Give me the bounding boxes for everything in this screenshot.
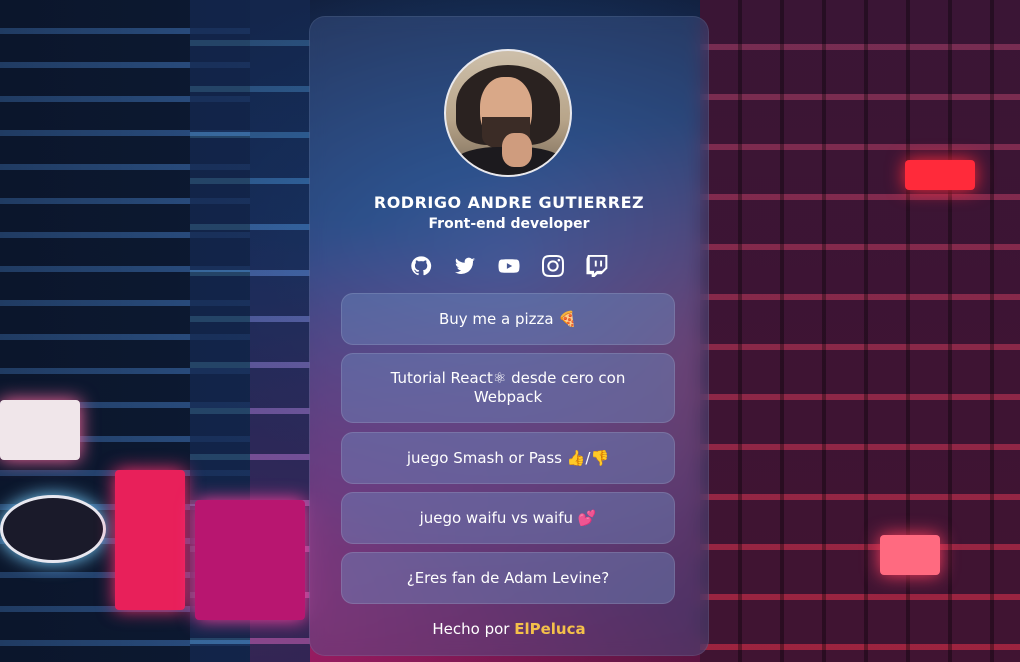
link-button-waifu-vs-waifu[interactable]: juego waifu vs waifu 💕 [341, 492, 675, 544]
footer-prefix: Hecho por [432, 620, 510, 638]
twitch-icon[interactable] [585, 254, 609, 278]
profile-name: RODRIGO ANDRE GUTIERREZ [373, 193, 645, 212]
link-button-react-tutorial[interactable]: Tutorial React⚛ desde cero con Webpack [341, 353, 675, 423]
profile-role: Front-end developer [428, 216, 590, 232]
youtube-icon[interactable] [497, 254, 521, 278]
neon-sign [880, 535, 940, 575]
footer-author-link[interactable]: ElPeluca [514, 620, 585, 638]
neon-sign [115, 470, 185, 610]
neon-sign [0, 400, 80, 460]
link-button-smash-or-pass[interactable]: juego Smash or Pass 👍/👎 [341, 432, 675, 484]
background-building-right [700, 0, 1020, 662]
github-icon[interactable] [409, 254, 433, 278]
link-button-adam-levine[interactable]: ¿Eres fan de Adam Levine? [341, 552, 675, 604]
neon-sign [905, 160, 975, 190]
profile-card: RODRIGO ANDRE GUTIERREZ Front-end develo… [309, 16, 709, 656]
instagram-icon[interactable] [541, 254, 565, 278]
neon-sign [195, 500, 305, 620]
twitter-icon[interactable] [453, 254, 477, 278]
link-button-pizza[interactable]: Buy me a pizza 🍕 [341, 293, 675, 345]
neon-sign [0, 495, 106, 563]
social-links [309, 254, 709, 278]
avatar [444, 49, 572, 177]
footer: Hecho por ElPeluca [309, 620, 709, 638]
